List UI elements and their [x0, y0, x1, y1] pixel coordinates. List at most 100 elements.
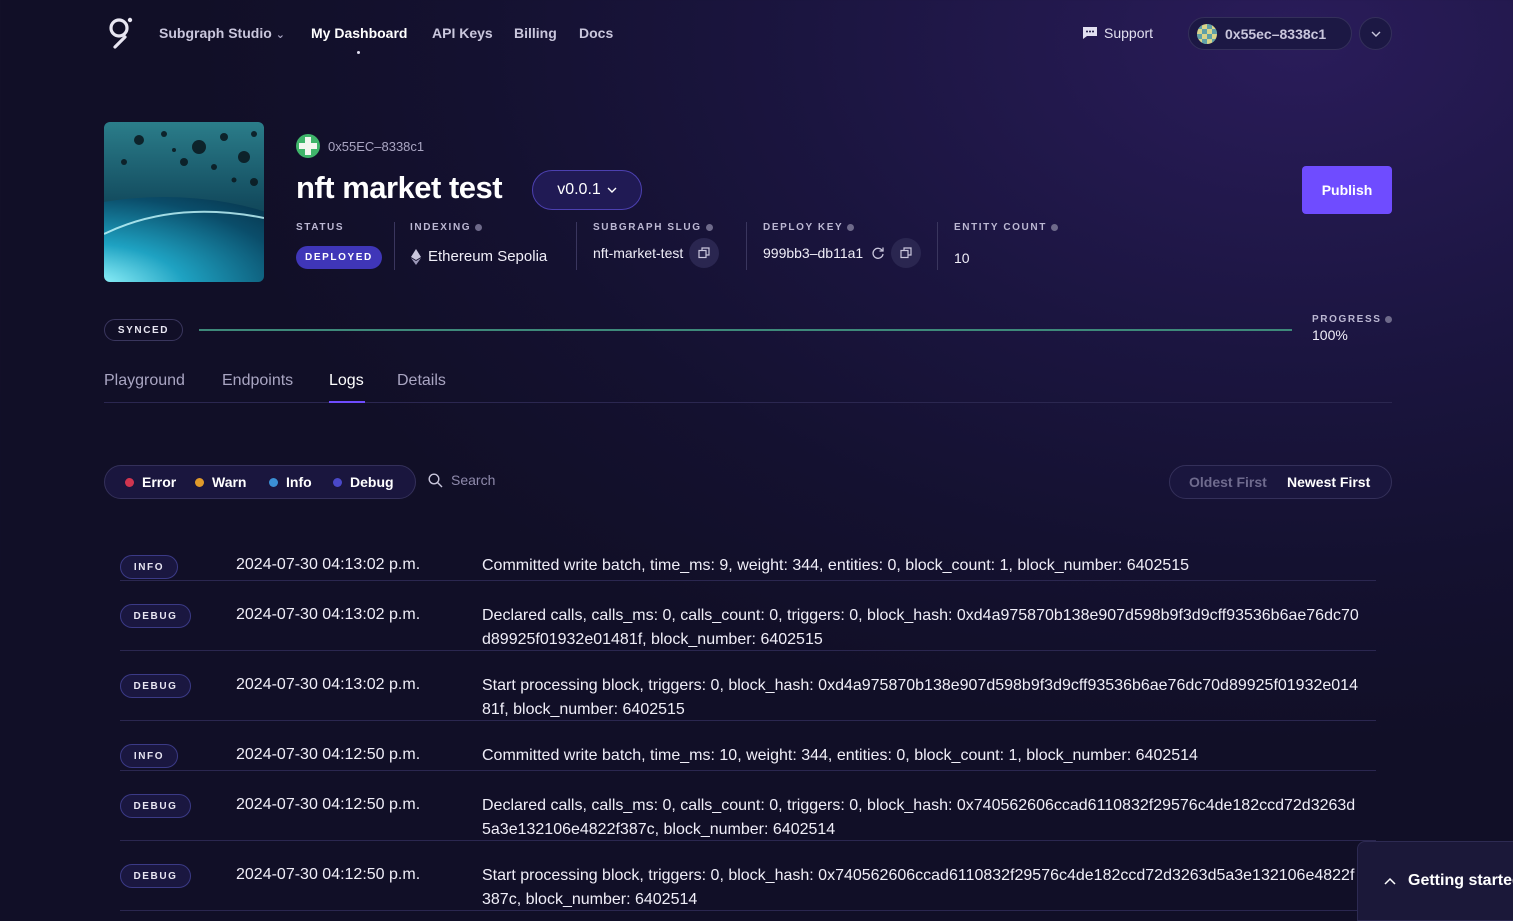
- slug-text: nft-market-test: [593, 245, 684, 261]
- log-timestamp: 2024-07-30 04:13:02 p.m.: [236, 676, 421, 693]
- copy-slug-button[interactable]: [689, 238, 720, 268]
- owner-address: 0x55EC–8338c1: [328, 138, 425, 154]
- divider: [576, 222, 577, 270]
- version-label: v0.0.1: [557, 181, 601, 198]
- log-level-badge: DEBUG: [120, 674, 191, 698]
- info-icon[interactable]: [475, 224, 483, 231]
- info-icon[interactable]: [705, 224, 713, 231]
- chevron-down-icon: ⌄: [275, 29, 285, 41]
- top-nav: Subgraph Studio ⌄ My Dashboard API Keys B…: [0, 0, 1513, 68]
- filter-info[interactable]: Info: [269, 474, 312, 490]
- slug-value: nft-market-test: [593, 238, 720, 268]
- filter-warn[interactable]: Warn: [195, 474, 246, 490]
- warn-dot: [195, 477, 204, 487]
- info-icon[interactable]: [1050, 224, 1058, 231]
- filter-debug-label: Debug: [350, 474, 394, 490]
- sync-progress-bar: [199, 329, 1292, 331]
- status-label-text: STATUS: [296, 222, 345, 233]
- chevron-down-icon: [607, 187, 617, 193]
- sort-newest-first[interactable]: Newest First: [1287, 474, 1370, 490]
- version-dropdown[interactable]: v0.0.1: [532, 170, 642, 210]
- tab-endpoints[interactable]: Endpoints: [222, 372, 293, 390]
- getting-started-panel[interactable]: Getting started: [1357, 841, 1513, 921]
- subgraph-title: nft market test: [296, 170, 503, 205]
- copy-icon: [900, 247, 912, 259]
- log-message: Declared calls, calls_ms: 0, calls_count…: [482, 797, 1356, 838]
- search-input[interactable]: [451, 472, 651, 488]
- indexing-label: INDEXING: [410, 222, 483, 233]
- log-message: Start processing block, triggers: 0, blo…: [482, 677, 1358, 718]
- sort-toggle: Oldest First Newest First: [1169, 465, 1392, 499]
- filter-error-label: Error: [142, 474, 177, 490]
- deploy-key-label: DEPLOY KEY: [763, 222, 855, 233]
- deploy-key-value: 999bb3–db11a1: [763, 238, 922, 268]
- support-link[interactable]: Support: [1082, 25, 1153, 41]
- brand-label: Subgraph Studio: [159, 25, 272, 41]
- entity-count-label: ENTITY COUNT: [954, 222, 1058, 233]
- owner-avatar: [296, 134, 320, 158]
- deploy-key-text: 999bb3–db11a1: [763, 245, 864, 261]
- brand-menu[interactable]: Subgraph Studio ⌄: [159, 25, 285, 41]
- nav-my-dashboard[interactable]: My Dashboard: [311, 25, 407, 41]
- log-level-badge: DEBUG: [120, 604, 191, 628]
- log-level-badge: DEBUG: [120, 794, 191, 818]
- filter-error[interactable]: Error: [125, 474, 176, 490]
- tab-details[interactable]: Details: [397, 372, 446, 390]
- log-level-badge: DEBUG: [120, 864, 191, 888]
- wallet-button[interactable]: 0x55ec–8338c1: [1188, 17, 1352, 50]
- log-message: Committed write batch, time_ms: 9, weigh…: [482, 557, 1190, 574]
- divider: [394, 222, 395, 270]
- nav-api-keys[interactable]: API Keys: [432, 25, 493, 41]
- network-value: Ethereum Sepolia: [410, 248, 547, 265]
- graph-logo-icon[interactable]: [107, 17, 133, 49]
- chevron-up-icon: [1384, 877, 1396, 885]
- log-message: Start processing block, triggers: 0, blo…: [482, 867, 1355, 908]
- level-filter-group: Error Warn Info Debug: [104, 465, 416, 499]
- synced-badge: SYNCED: [104, 319, 183, 341]
- debug-dot: [333, 477, 342, 487]
- copy-icon: [698, 247, 710, 259]
- divider: [937, 222, 938, 270]
- publish-button[interactable]: Publish: [1302, 166, 1392, 214]
- status-badge: DEPLOYED: [296, 246, 382, 269]
- sort-oldest-first[interactable]: Oldest First: [1189, 474, 1267, 490]
- search-icon: [428, 472, 443, 487]
- progress-label: PROGRESS: [1312, 314, 1393, 325]
- log-timestamp: 2024-07-30 04:12:50 p.m.: [236, 866, 421, 883]
- progress-label-text: PROGRESS: [1312, 314, 1382, 325]
- filter-warn-label: Warn: [212, 474, 247, 490]
- log-timestamp: 2024-07-30 04:12:50 p.m.: [236, 796, 421, 813]
- copy-deploy-key-button[interactable]: [891, 238, 922, 268]
- slug-label-text: SUBGRAPH SLUG: [593, 222, 702, 233]
- tab-playground[interactable]: Playground: [104, 372, 185, 390]
- log-level-badge: INFO: [120, 555, 178, 579]
- log-message: Committed write batch, time_ms: 10, weig…: [482, 747, 1198, 764]
- filter-debug[interactable]: Debug: [333, 474, 394, 490]
- row-divider: [120, 910, 1376, 911]
- info-dot: [269, 477, 278, 487]
- divider: [746, 222, 747, 270]
- refresh-icon[interactable]: [871, 246, 885, 260]
- status-label: STATUS: [296, 222, 344, 233]
- log-search: [428, 472, 651, 488]
- chat-icon: [1083, 27, 1097, 39]
- log-row: INFO 2024-07-30 04:13:02 p.m. Committed …: [120, 545, 1376, 581]
- wallet-address: 0x55ec–8338c1: [1225, 25, 1327, 42]
- active-indicator: [357, 51, 360, 54]
- account-menu-button[interactable]: [1359, 17, 1392, 50]
- info-icon[interactable]: [1385, 316, 1393, 323]
- nav-docs[interactable]: Docs: [579, 25, 613, 41]
- owner-row: 0x55EC–8338c1: [296, 134, 424, 158]
- sync-progress-fill: [199, 329, 1292, 331]
- entity-count-label-text: ENTITY COUNT: [954, 222, 1047, 233]
- info-icon[interactable]: [847, 224, 855, 231]
- log-timestamp: 2024-07-30 04:12:50 p.m.: [236, 746, 421, 763]
- nav-billing[interactable]: Billing: [514, 25, 557, 41]
- tab-logs[interactable]: Logs: [329, 372, 364, 390]
- log-timestamp: 2024-07-30 04:13:02 p.m.: [236, 556, 421, 573]
- deploy-key-label-text: DEPLOY KEY: [763, 222, 844, 233]
- progress-value: 100%: [1312, 327, 1348, 343]
- active-tab-underline: [329, 401, 365, 403]
- ethereum-icon: [411, 248, 421, 265]
- log-message: Declared calls, calls_ms: 0, calls_count…: [482, 607, 1359, 648]
